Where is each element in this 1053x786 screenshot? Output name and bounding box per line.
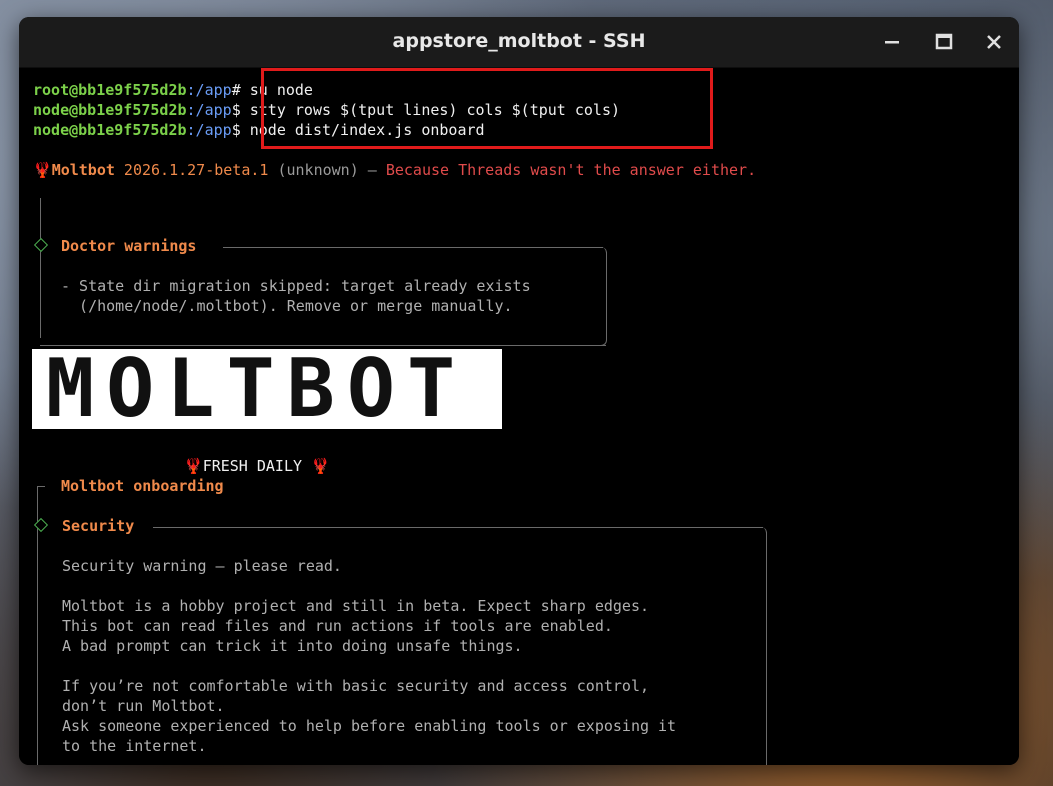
lobster-icon: 🦞 [184,457,203,475]
app-version: 2026.1.27-beta.1 [114,161,269,179]
security-line: Moltbot is a hobby project and still in … [62,597,649,615]
ssh-window: appstore_moltbot - SSH root@bb1e9f575d2b… [19,17,1019,765]
prompt-symbol: $ [231,101,241,119]
prompt-user: node@bb1e9f575d2b [33,121,187,139]
fresh-daily-text: FRESH DAILY [202,457,303,475]
doctor-warnings-title: Doctor warnings [61,236,205,256]
prompt-path: :/app [186,101,232,119]
prompt-symbol: # [231,81,241,99]
security-line: If you’re not comfortable with basic sec… [62,677,649,695]
security-line: don’t run Moltbot. [62,697,225,715]
divider [37,486,45,487]
prompt-path: :/app [186,121,232,139]
minimize-icon [885,41,899,44]
app-name: Moltbot [51,161,115,179]
window-title: appstore_moltbot - SSH [392,30,646,52]
terminal-output[interactable]: root@bb1e9f575d2b:/app# su node node@bb1… [19,68,1019,765]
prompt-user: node@bb1e9f575d2b [33,101,187,119]
moltbot-logo: MOLTBOT [32,349,502,429]
prompt-symbol: $ [231,121,241,139]
security-line: A bad prompt can trick it into doing uns… [62,637,523,655]
security-line: This bot can read files and run actions … [62,617,613,635]
security-line: Ask someone experienced to help before e… [62,717,677,735]
title-bar[interactable]: appstore_moltbot - SSH [19,17,1019,68]
tagline: Because Threads wasn't the answer either… [385,161,757,179]
close-icon [987,35,1001,49]
version-banner: 🦞Moltbot 2026.1.27-beta.1 (unknown) — Be… [33,160,756,180]
lobster-icon: 🦞 [311,457,330,475]
maximize-icon [935,33,953,50]
security-line: Security warning — please read. [62,557,342,575]
lobster-icon: 🦞 [33,161,52,179]
prompt-path: :/app [186,81,232,99]
prompt-user: root@bb1e9f575d2b [33,81,187,99]
minimize-button[interactable] [879,29,905,55]
command-highlight-box [261,68,713,149]
logo-subtitle: 🦞FRESH DAILY 🦞 [184,456,330,476]
doctor-warning-line: - State dir migration skipped: target al… [61,277,531,295]
close-button[interactable] [981,29,1007,55]
logo-text: MOLTBOT [46,342,468,435]
diamond-icon [33,237,49,253]
security-title: Security [62,516,143,536]
maximize-button[interactable] [931,29,957,55]
build-info: (unknown) — [268,161,386,179]
tree-line [40,198,41,338]
onboarding-title: Moltbot onboarding [61,477,224,495]
doctor-warning-line: (/home/node/.moltbot). Remove or merge m… [61,297,513,315]
security-line: to the internet. [62,737,207,755]
